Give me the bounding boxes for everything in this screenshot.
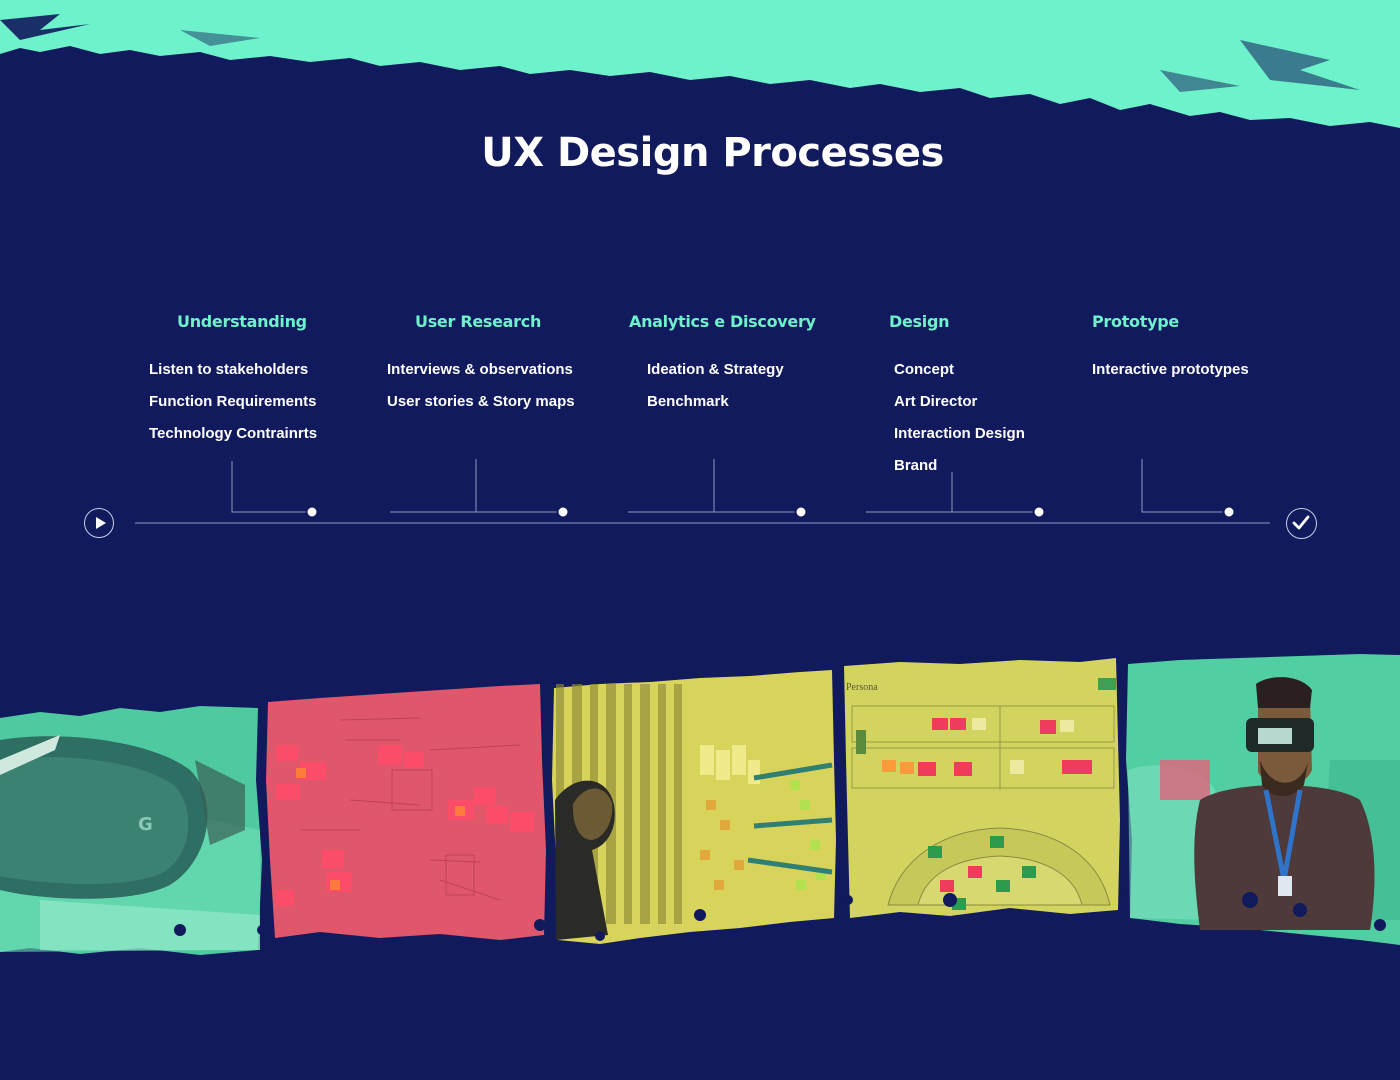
- stage-list-prototype: Interactive prototypes: [1092, 354, 1249, 386]
- timeline-node: [1222, 505, 1236, 519]
- checkmark-icon: [1286, 508, 1317, 539]
- timeline-node: [1032, 505, 1046, 519]
- connector-understanding: [231, 461, 312, 513]
- stage-item: User stories & Story maps: [387, 393, 575, 410]
- sticky-notes-whiteboard-photo: [266, 684, 546, 940]
- stage-list-analytics-discovery: Ideation & Strategy Benchmark: [647, 354, 784, 418]
- vr-user-photo: [1126, 654, 1400, 945]
- team-wall-workshop-photo: [552, 670, 836, 944]
- stage-title-user-research: User Research: [415, 312, 542, 331]
- svg-text:Persona: Persona: [846, 682, 878, 693]
- stage-list-understanding: Listen to stakeholders Function Requirem…: [149, 354, 317, 450]
- process-timeline: [135, 459, 1270, 524]
- stage-title-design: Design: [889, 312, 950, 331]
- svg-text:G: G: [138, 814, 153, 835]
- top-brush-stroke: [0, 0, 1400, 128]
- stage-item: Interviews & observations: [387, 361, 573, 378]
- persona-board-photo: Persona: [844, 658, 1120, 918]
- page-title: UX Design Processes: [481, 130, 944, 176]
- connector-user-research: [390, 459, 563, 513]
- connector-design: [866, 472, 1039, 513]
- timeline-node: [556, 505, 570, 519]
- stage-item: Ideation & Strategy: [647, 361, 784, 378]
- stage-item: Listen to stakeholders: [149, 361, 309, 378]
- timeline-node: [794, 505, 808, 519]
- stage-item: Concept: [894, 361, 954, 378]
- stage-item: Art Director: [894, 393, 978, 410]
- connector-prototype: [1141, 459, 1229, 513]
- stage-title-analytics-discovery: Analytics e Discovery: [629, 312, 816, 331]
- photo-strip: G Persona: [0, 654, 1400, 955]
- stage-title-prototype: Prototype: [1092, 312, 1179, 331]
- stage-item: Function Requirements: [149, 393, 317, 410]
- stage-list-user-research: Interviews & observations User stories &…: [387, 354, 575, 418]
- vr-headset-photo: G: [0, 706, 262, 955]
- stage-title-understanding: Understanding: [177, 312, 307, 331]
- play-icon[interactable]: [84, 508, 114, 538]
- stage-item: Benchmark: [647, 393, 729, 410]
- timeline-node: [305, 505, 319, 519]
- connector-analytics: [628, 459, 801, 513]
- stage-item: Interactive prototypes: [1092, 361, 1249, 378]
